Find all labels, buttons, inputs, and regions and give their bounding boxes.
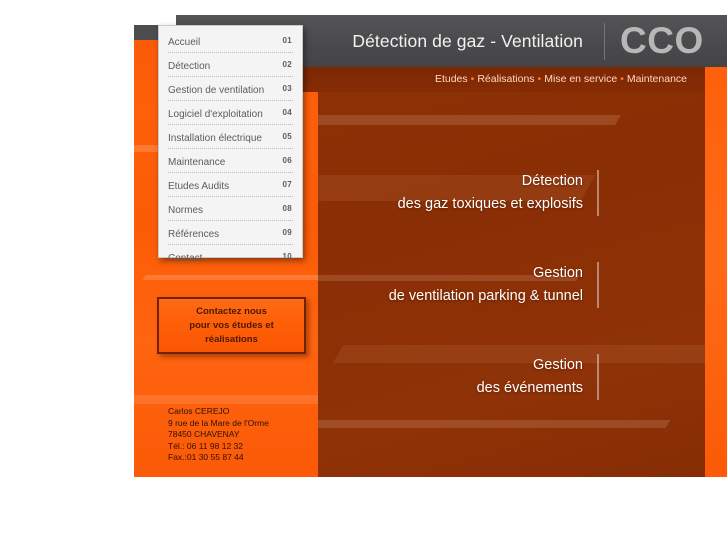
nav-item-label: Références (168, 229, 220, 240)
subtitle-item-maintenance: Maintenance (626, 73, 687, 85)
nav-item-number: 08 (282, 204, 292, 213)
nav-item-logiciel-dexploitation[interactable]: Logiciel d'exploitation 04 (168, 101, 293, 125)
nav-item-contact[interactable]: Contact 10 (168, 245, 293, 268)
content-line-subtitle: des événements (476, 380, 583, 396)
decorative-streak (134, 395, 318, 404)
right-accent-strip (705, 40, 727, 477)
header-divider (604, 23, 605, 60)
decorative-streak (318, 115, 621, 125)
decorative-streak (318, 420, 671, 428)
content-line-subtitle: des gaz toxiques et explosifs (397, 196, 583, 212)
nav-item-etudes-audits[interactable]: Etudes Audits 07 (168, 173, 293, 197)
separator-dot: • (537, 73, 542, 85)
content-line-subtitle: de ventilation parking & tunnel (388, 288, 583, 304)
cta-line-2: pour vos études et (189, 319, 274, 331)
subtitle-item-realisations: Réalisations (477, 73, 535, 85)
nav-item-detection[interactable]: Détection 02 (168, 53, 293, 77)
nav-item-label: Détection (168, 61, 211, 72)
contact-cta-button[interactable]: Contactez nous pour vos études et réalis… (157, 297, 306, 354)
contact-name: Carlos CEREJO (168, 406, 230, 416)
subtitle-item-mise-en-service: Mise en service (544, 73, 618, 85)
nav-item-label: Logiciel d'exploitation (168, 109, 263, 120)
nav-item-references[interactable]: Références 09 (168, 221, 293, 245)
nav-item-label: Etudes Audits (168, 181, 230, 192)
nav-item-number: 09 (282, 228, 292, 237)
main-content-area (318, 25, 727, 477)
nav-item-number: 05 (282, 132, 292, 141)
nav-item-number: 03 (282, 84, 292, 93)
contact-phone: Tél.: 06 11 98 12 32 (168, 440, 243, 451)
nav-item-label: Installation électrique (168, 133, 262, 144)
logo-cco[interactable]: CCO (620, 15, 704, 67)
subtitle-item-etudes: Etudes (434, 73, 468, 85)
main-navigation-panel[interactable]: Accueil 01 Détection 02 Gestion de venti… (158, 25, 303, 264)
nav-item-number: 04 (282, 108, 292, 117)
content-line-title: Détection (521, 173, 583, 189)
contact-city: 78450 CHAVENAY (168, 429, 240, 439)
content-block-evenements: Gestion des événements (477, 354, 599, 400)
cta-line-3: réalisations (205, 333, 258, 345)
contact-address-block: Carlos CEREJO 9 rue de la Mare de l'Orme… (168, 406, 269, 464)
nav-item-number: 01 (282, 36, 292, 45)
separator-dot: • (620, 73, 624, 85)
nav-item-number: 06 (282, 156, 292, 165)
nav-item-installation-electrique[interactable]: Installation électrique 05 (168, 125, 293, 149)
nav-item-maintenance[interactable]: Maintenance 06 (168, 149, 293, 173)
cta-line-1: Contactez nous (196, 305, 267, 317)
separator-dot: • (470, 73, 475, 85)
nav-item-accueil[interactable]: Accueil 01 (168, 29, 293, 53)
content-line-title: Gestion (533, 357, 583, 373)
contact-fax: Fax.:01 30 55 87 44 (168, 452, 244, 462)
content-line-title: Gestion (533, 265, 583, 281)
nav-item-number: 07 (282, 180, 292, 189)
nav-item-number: 10 (282, 252, 292, 261)
nav-item-label: Maintenance (168, 157, 226, 168)
nav-item-label: Gestion de ventilation (168, 85, 265, 96)
decorative-streak (142, 275, 318, 280)
nav-item-label: Accueil (168, 37, 201, 48)
content-block-ventilation: Gestion de ventilation parking & tunnel (389, 262, 599, 308)
nav-item-label: Contact (168, 253, 203, 264)
nav-item-normes[interactable]: Normes 08 (168, 197, 293, 221)
content-block-detection: Détection des gaz toxiques et explosifs (398, 170, 599, 216)
nav-item-gestion-de-ventilation[interactable]: Gestion de ventilation 03 (168, 77, 293, 101)
nav-item-number: 02 (282, 60, 292, 69)
contact-street: 9 rue de la Mare de l'Orme (168, 417, 269, 428)
nav-item-label: Normes (168, 205, 204, 216)
